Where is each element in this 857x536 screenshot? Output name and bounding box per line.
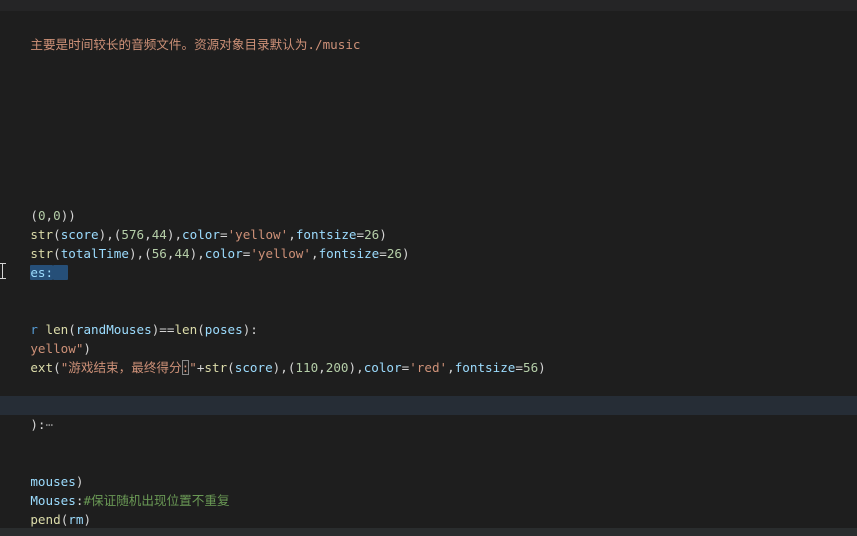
token: pend: [30, 512, 61, 527]
token: ): [538, 360, 546, 375]
folded-ellipsis-icon[interactable]: ⋯: [46, 417, 54, 432]
editor-top-strip: [0, 0, 857, 11]
editor-bottom-strip: [0, 528, 857, 536]
token: ),: [189, 246, 205, 261]
token: (: [227, 360, 235, 375]
code-line[interactable]: str(totalTime),(56,44),color='yellow',fo…: [0, 225, 409, 261]
code-line[interactable]: Mouses:#保证随机出现位置不重复: [0, 472, 229, 508]
code-line[interactable]: yellow"): [0, 320, 91, 356]
token: 200: [325, 360, 349, 375]
token: ): [402, 246, 410, 261]
token: ): [83, 512, 92, 527]
token: score: [234, 360, 273, 375]
token: ):: [242, 322, 258, 337]
token: ,: [447, 360, 455, 375]
selected-text: es:: [30, 265, 54, 280]
token: 110: [295, 360, 319, 375]
token: ),: [348, 360, 364, 375]
token: 44: [174, 246, 190, 261]
token: totalTime: [60, 246, 129, 261]
token: fontsize: [454, 360, 516, 375]
token: ext: [30, 360, 54, 375]
token: fontsize: [318, 246, 380, 261]
token: ,: [310, 246, 319, 261]
token: ),(: [272, 360, 296, 375]
code-line[interactable]: str(score),(576,44),color='yellow',fonts…: [0, 206, 387, 242]
selection-tail: [53, 265, 69, 280]
token: color: [363, 360, 402, 375]
inline-comment: #保证随机出现位置不重复: [83, 493, 230, 508]
code-line-current[interactable]: ):⋯: [0, 396, 53, 432]
token: 'yellow': [250, 246, 311, 261]
code-line[interactable]: (0,0)): [0, 187, 76, 223]
code-line-selected[interactable]: es:: [0, 244, 69, 280]
token: "游戏结束，最终得分: [60, 360, 182, 375]
code-line[interactable]: pend(rm): [0, 491, 91, 527]
code-line[interactable]: r len(randMouses)==len(poses):: [0, 301, 258, 337]
token: rm: [68, 512, 84, 527]
token: 'red': [409, 360, 448, 375]
token: 56: [522, 360, 539, 375]
token: color: [204, 246, 243, 261]
token: )==: [151, 322, 175, 337]
token: (: [53, 360, 61, 375]
token: poses: [204, 322, 243, 337]
code-line-comment[interactable]: 主要是时间较长的音频文件。资源对象目录默认为./music: [0, 16, 360, 52]
current-line-highlight: [0, 396, 857, 415]
code-line[interactable]: mouses): [0, 453, 83, 489]
token: ": [189, 360, 197, 375]
code-line[interactable]: ext("游戏结束，最终得分:"+str(score),(110,200),co…: [0, 339, 546, 375]
token: =: [379, 246, 387, 261]
token: ),(: [128, 246, 152, 261]
token: len: [174, 322, 198, 337]
comment-text: 主要是时间较长的音频文件。资源对象目录默认为./music: [30, 37, 361, 52]
token: ):: [30, 417, 46, 432]
code-editor[interactable]: 主要是时间较长的音频文件。资源对象目录默认为./music (0,0)) str…: [0, 0, 857, 536]
token: 26: [386, 246, 403, 261]
token: 56: [151, 246, 167, 261]
token: str: [204, 360, 228, 375]
token: =: [515, 360, 523, 375]
text-cursor-icon: [0, 263, 6, 279]
token: ,: [318, 360, 326, 375]
token: (: [197, 322, 205, 337]
